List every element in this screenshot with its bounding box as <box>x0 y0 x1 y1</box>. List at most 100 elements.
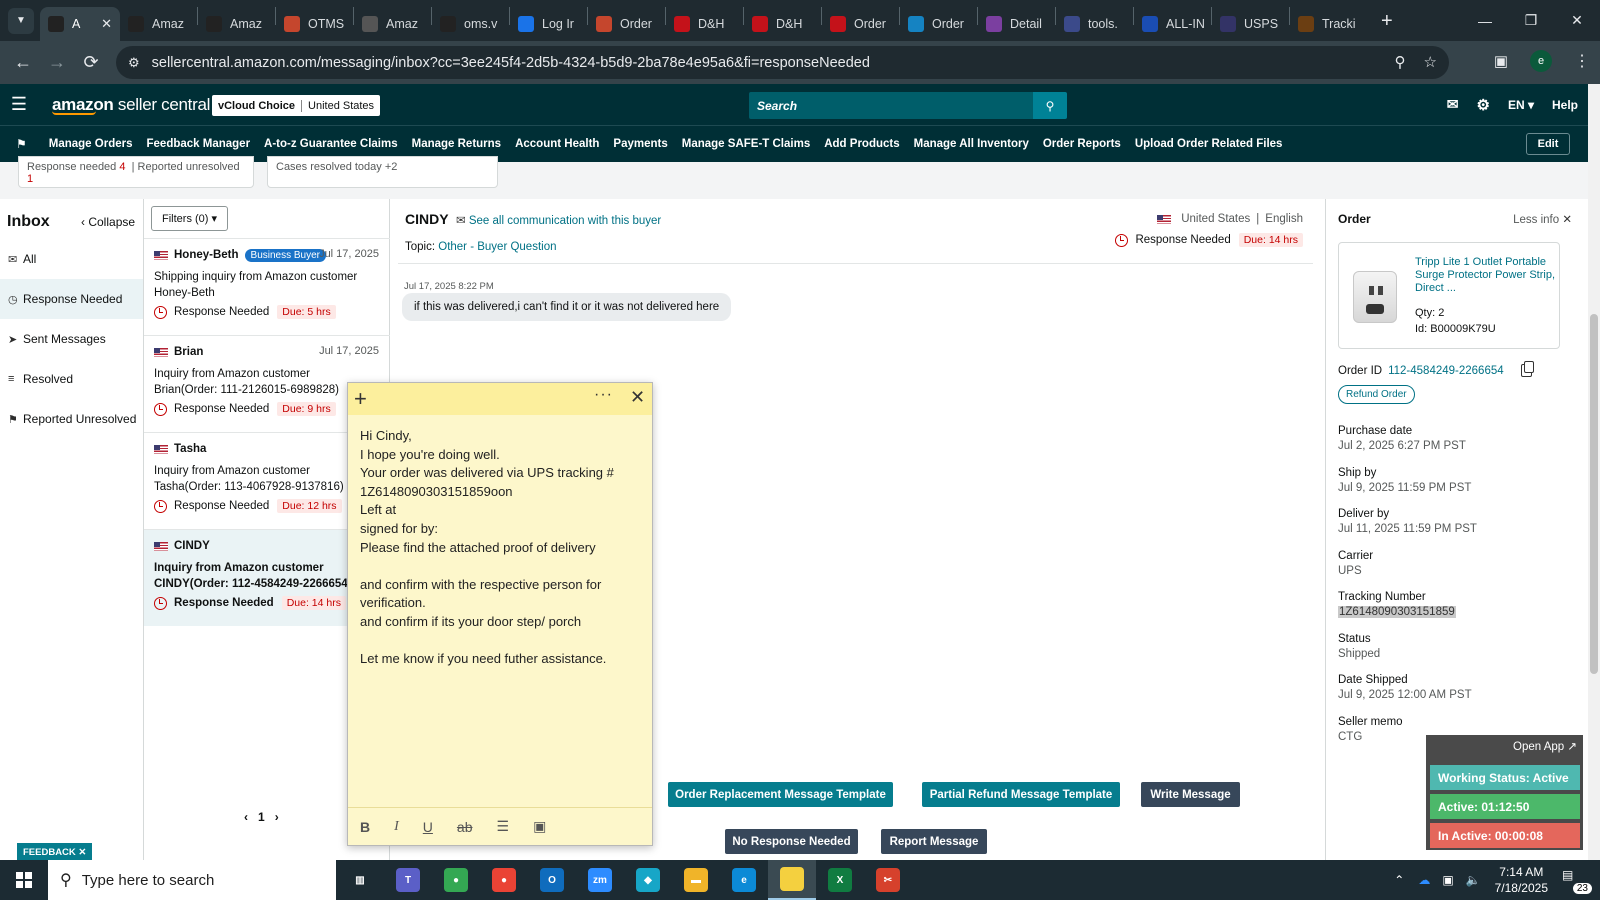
folder-item[interactable]: ≡ Resolved <box>0 359 143 399</box>
nav-link[interactable]: Feedback Manager <box>147 138 251 150</box>
browser-tab[interactable]: D&H <box>744 7 821 41</box>
language-selector[interactable]: EN ▾ <box>1508 98 1534 112</box>
forward-arrow-icon[interactable]: → <box>40 52 74 73</box>
taskbar-clock[interactable]: 7:14 AM 7/18/2025 <box>1495 864 1548 896</box>
browser-tab[interactable]: Amaz <box>354 7 431 41</box>
new-tab-plus-icon[interactable]: + <box>1381 10 1393 33</box>
scrollbar-thumb[interactable] <box>1590 314 1598 674</box>
zoom-icon[interactable]: ⚲ <box>1395 53 1406 71</box>
taskbar-search-input[interactable]: ⚲ Type here to search <box>48 860 336 900</box>
folder-item[interactable]: ✉ All <box>0 239 143 279</box>
site-info-icon[interactable]: ⚙ <box>128 55 140 71</box>
nav-link[interactable]: Manage Orders <box>49 138 133 150</box>
global-search-input[interactable]: Search <box>749 92 1033 119</box>
underline-icon[interactable]: U <box>423 819 433 835</box>
browser-tab[interactable]: Order <box>822 7 899 41</box>
settings-gear-icon[interactable]: ⚙ <box>1477 96 1490 114</box>
hamburger-menu-icon[interactable]: ☰ <box>0 94 38 115</box>
browser-tab[interactable]: Order <box>900 7 977 41</box>
product-image[interactable] <box>1353 271 1397 323</box>
browser-tab[interactable]: oms.v <box>432 7 509 41</box>
summary-card-inbox[interactable]: Response needed 4 | Reported unresolved … <box>18 156 254 188</box>
network-icon[interactable]: ▣ <box>1442 873 1453 887</box>
reload-icon[interactable]: ⟳ <box>74 52 108 73</box>
nav-link[interactable]: Payments <box>613 138 667 150</box>
taskbar-app[interactable]: ✂ <box>864 860 912 900</box>
windows-start-icon[interactable] <box>0 860 48 900</box>
search-icon[interactable]: ⚲ <box>1033 92 1067 119</box>
feedback-tab[interactable]: FEEDBACK ✕ <box>17 843 93 861</box>
bookmark-star-icon[interactable]: ☆ <box>1424 53 1437 71</box>
browser-tab[interactable]: Tracki <box>1290 7 1367 41</box>
order-id-link[interactable]: 112-4584249-2266654 <box>1388 365 1504 377</box>
nav-link[interactable]: Manage All Inventory <box>914 138 1029 150</box>
notification-center-icon[interactable]: ▤ 23 <box>1562 868 1592 894</box>
url-text[interactable]: sellercentral.amazon.com/messaging/inbox… <box>152 55 870 71</box>
bullet-list-icon[interactable]: ☰ <box>497 818 510 835</box>
browser-tab[interactable]: Detail <box>978 7 1055 41</box>
folder-item[interactable]: ➤ Sent Messages <box>0 319 143 359</box>
taskbar-app[interactable]: X <box>816 860 864 900</box>
product-title-link[interactable]: Tripp Lite 1 Outlet Portable Surge Prote… <box>1415 256 1555 295</box>
nav-link[interactable]: Add Products <box>824 138 899 150</box>
new-note-plus-icon[interactable]: + <box>354 386 367 412</box>
window-close-icon[interactable]: ✕ <box>1554 0 1600 41</box>
taskbar-app[interactable]: O <box>528 860 576 900</box>
restore-icon[interactable]: ❐ <box>1508 0 1554 41</box>
minimize-icon[interactable]: — <box>1462 0 1508 41</box>
collapse-button[interactable]: ‹ Collapse <box>81 215 135 229</box>
italic-icon[interactable]: I <box>394 819 399 835</box>
sticky-note-window[interactable]: + ··· ✕ Hi Cindy, I hope you're doing we… <box>347 382 653 846</box>
no-response-needed-button[interactable]: No Response Needed <box>725 829 858 854</box>
url-omnibox[interactable]: ⚙ sellercentral.amazon.com/messaging/inb… <box>116 46 1449 79</box>
back-arrow-icon[interactable]: ← <box>6 52 40 73</box>
taskbar-app[interactable]: ▬ <box>672 860 720 900</box>
order-replacement-template-button[interactable]: Order Replacement Message Template <box>668 782 893 807</box>
sticky-note-text[interactable]: Hi Cindy, I hope you're doing well. Your… <box>348 415 652 681</box>
page-scrollbar[interactable] <box>1588 84 1600 860</box>
mail-icon[interactable]: ✉ <box>1447 96 1459 113</box>
browser-tab[interactable]: Order <box>588 7 665 41</box>
folder-item[interactable]: ⚑ Reported Unresolved <box>0 399 143 439</box>
taskbar-app[interactable]: ● <box>480 860 528 900</box>
taskbar-app[interactable]: e <box>720 860 768 900</box>
browser-tab[interactable]: A ✕ <box>40 6 120 41</box>
bookmark-icon[interactable]: ⚑ <box>16 137 27 151</box>
filters-dropdown[interactable]: Filters (0) ▾ <box>151 206 229 231</box>
nav-link[interactable]: Order Reports <box>1043 138 1121 150</box>
open-app-link[interactable]: Open App ↗ <box>1513 739 1577 753</box>
feedback-close-icon[interactable]: ✕ <box>78 847 86 858</box>
nav-link[interactable]: Upload Order Related Files <box>1135 138 1283 150</box>
prev-page-icon[interactable]: ‹ <box>244 810 248 824</box>
browser-menu-kebab-icon[interactable]: ⋮ <box>1574 51 1590 71</box>
taskbar-app[interactable]: ● <box>432 860 480 900</box>
refund-order-button[interactable]: Refund Order <box>1338 385 1415 404</box>
less-info-toggle[interactable]: Less info ✕ <box>1513 212 1572 226</box>
browser-tab[interactable]: Amaz <box>198 7 275 41</box>
edit-nav-button[interactable]: Edit <box>1526 133 1570 155</box>
sticky-close-icon[interactable]: ✕ <box>630 387 645 408</box>
strikethrough-icon[interactable]: ab <box>457 819 473 835</box>
profile-avatar[interactable]: e <box>1530 50 1552 72</box>
copy-icon[interactable] <box>1521 361 1534 377</box>
amazon-seller-central-logo[interactable]: amazon seller central <box>52 95 210 115</box>
image-icon[interactable]: ▣ <box>533 818 546 835</box>
browser-tab[interactable]: ALL-IN <box>1134 7 1211 41</box>
browser-tab[interactable]: Amaz <box>120 7 197 41</box>
browser-tab[interactable]: tools. <box>1056 7 1133 41</box>
onedrive-cloud-icon[interactable]: ☁ <box>1418 873 1430 887</box>
more-options-ellipsis-icon[interactable]: ··· <box>594 386 613 404</box>
tab-close-icon[interactable]: ✕ <box>101 16 112 32</box>
taskbar-app[interactable] <box>768 860 816 900</box>
folder-item[interactable]: ◷ Response Needed <box>0 279 143 319</box>
browser-tab[interactable]: OTMS <box>276 7 353 41</box>
see-all-communication-link[interactable]: ✉ See all communication with this buyer <box>456 213 661 227</box>
browser-tab[interactable]: D&H <box>666 7 743 41</box>
taskbar-app[interactable]: zm <box>576 860 624 900</box>
nav-link[interactable]: Manage SAFE-T Claims <box>682 138 810 150</box>
write-message-button[interactable]: Write Message <box>1141 782 1240 807</box>
tab-search-chevron-icon[interactable]: ▼ <box>8 7 34 34</box>
taskbar-app[interactable]: T <box>384 860 432 900</box>
bold-icon[interactable]: B <box>360 819 370 835</box>
report-message-button[interactable]: Report Message <box>881 829 987 854</box>
